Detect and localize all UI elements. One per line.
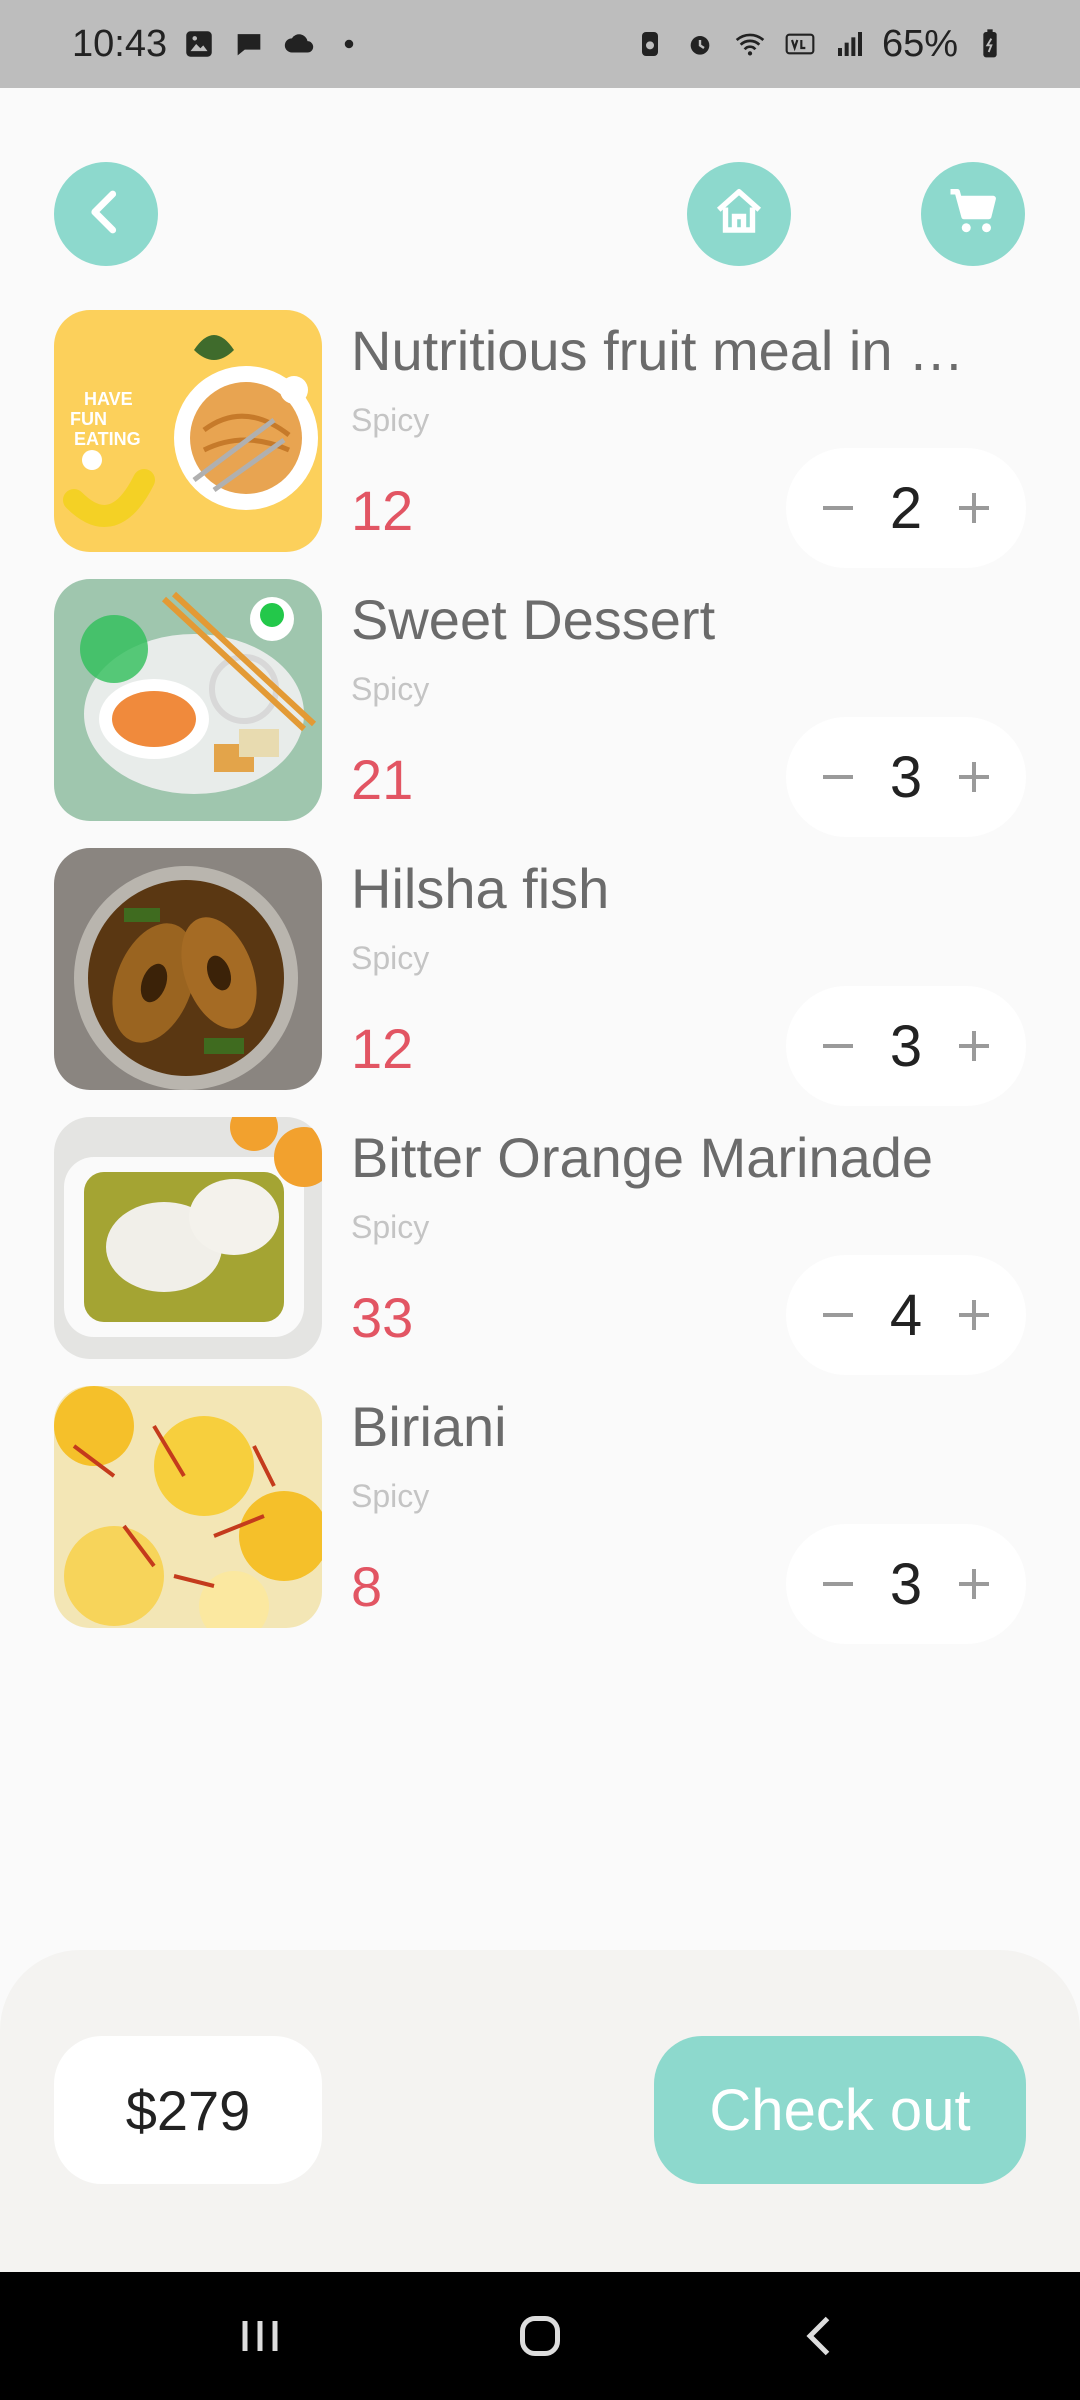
item-image-fish-curry [54, 848, 322, 1090]
chevron-left-icon [79, 185, 133, 244]
checkout-button[interactable]: Check out [654, 2036, 1026, 2184]
dot-icon [331, 26, 367, 62]
quantity-stepper: 3 [786, 1524, 1026, 1644]
item-name: Sweet Dessert [351, 588, 716, 651]
home-nav-button[interactable] [500, 2296, 580, 2376]
increase-button[interactable] [950, 1560, 998, 1608]
plus-icon [958, 1031, 989, 1061]
item-tag: Spicy [351, 1209, 430, 1245]
plus-icon [958, 493, 989, 523]
battery-saver-icon [632, 26, 668, 62]
svg-text:HAVE: HAVE [84, 389, 133, 409]
recent-apps-icon [242, 2321, 278, 2351]
plus-icon [958, 1300, 989, 1330]
back-button[interactable] [54, 162, 158, 266]
home-nav-icon [520, 2316, 560, 2356]
item-price: 8 [351, 1555, 383, 1618]
cart-icon [946, 185, 1000, 244]
item-price: 33 [351, 1286, 414, 1349]
item-image-dessert-plate [54, 579, 322, 821]
battery-percent: 65% [881, 22, 958, 65]
decrease-button[interactable] [814, 753, 862, 801]
decrease-button[interactable] [814, 1022, 862, 1070]
gallery-icon [181, 26, 217, 62]
list-item[interactable]: Bitter Orange Marinade Spicy 33 4 [54, 1117, 1026, 1375]
list-item[interactable]: Hilsha fish Spicy 12 3 [54, 848, 1026, 1106]
decrease-button[interactable] [814, 1291, 862, 1339]
item-name: Bitter Orange Marinade [351, 1126, 934, 1189]
quantity-value: 3 [889, 1013, 923, 1079]
total-price: $279 [54, 2036, 322, 2184]
chat-icon [231, 26, 267, 62]
cloud-icon [281, 26, 317, 62]
status-bar: 10:43 65% [0, 0, 1080, 88]
plus-icon [958, 762, 989, 792]
item-tag: Spicy [351, 1478, 430, 1514]
minus-icon [823, 775, 853, 779]
quantity-stepper: 2 [786, 448, 1026, 568]
item-image-chicken-marinade [54, 1117, 322, 1359]
item-tag: Spicy [351, 402, 430, 438]
minus-icon [823, 506, 853, 510]
status-time: 10:43 [72, 22, 168, 65]
system-nav-bar [0, 2272, 1080, 2400]
quantity-value: 3 [889, 1551, 923, 1617]
battery-icon [972, 26, 1008, 62]
quantity-value: 4 [889, 1282, 923, 1348]
signal-icon [832, 26, 868, 62]
list-item[interactable]: Sweet Dessert Spicy 21 3 [54, 579, 1026, 837]
increase-button[interactable] [950, 1291, 998, 1339]
item-image-saffron-rice [54, 1386, 322, 1628]
item-name: Biriani [351, 1395, 507, 1458]
home-button[interactable] [687, 162, 791, 266]
quantity-value: 2 [889, 475, 923, 541]
svg-text:EATING: EATING [74, 429, 141, 449]
cart-button[interactable] [921, 162, 1025, 266]
minus-icon [823, 1313, 853, 1317]
decrease-button[interactable] [814, 1560, 862, 1608]
increase-button[interactable] [950, 1022, 998, 1070]
list-item[interactable]: Biriani Spicy 8 3 [54, 1386, 1026, 1644]
wifi-icon [732, 26, 768, 62]
decrease-button[interactable] [814, 484, 862, 532]
quantity-stepper: 3 [786, 986, 1026, 1106]
back-nav-icon [806, 2316, 830, 2356]
item-name: Hilsha fish [351, 857, 610, 920]
back-nav-button[interactable] [780, 2296, 860, 2376]
volte-icon [782, 26, 818, 62]
checkout-footer: $279 Check out [0, 1950, 1080, 2272]
status-left: 10:43 [72, 23, 367, 66]
minus-icon [823, 1582, 853, 1586]
item-name: Nutritious fruit meal in … [351, 319, 965, 382]
item-price: 12 [351, 479, 414, 542]
quantity-value: 3 [889, 744, 923, 810]
item-tag: Spicy [351, 671, 430, 707]
alarm-icon [682, 26, 718, 62]
quantity-stepper: 4 [786, 1255, 1026, 1375]
svg-text:FUN: FUN [70, 409, 107, 429]
item-price: 21 [351, 748, 414, 811]
home-icon [712, 185, 766, 244]
increase-button[interactable] [950, 753, 998, 801]
item-price: 12 [351, 1017, 414, 1080]
increase-button[interactable] [950, 484, 998, 532]
quantity-stepper: 3 [786, 717, 1026, 837]
recent-apps-button[interactable] [220, 2296, 300, 2376]
minus-icon [823, 1044, 853, 1048]
item-image-pasta-plate: HAVE FUN EATING [54, 310, 322, 552]
status-right: 65% [632, 23, 1008, 66]
list-item[interactable]: HAVE FUN EATING Nutritious fruit meal in… [54, 310, 1026, 568]
item-tag: Spicy [351, 940, 430, 976]
plus-icon [958, 1569, 989, 1599]
